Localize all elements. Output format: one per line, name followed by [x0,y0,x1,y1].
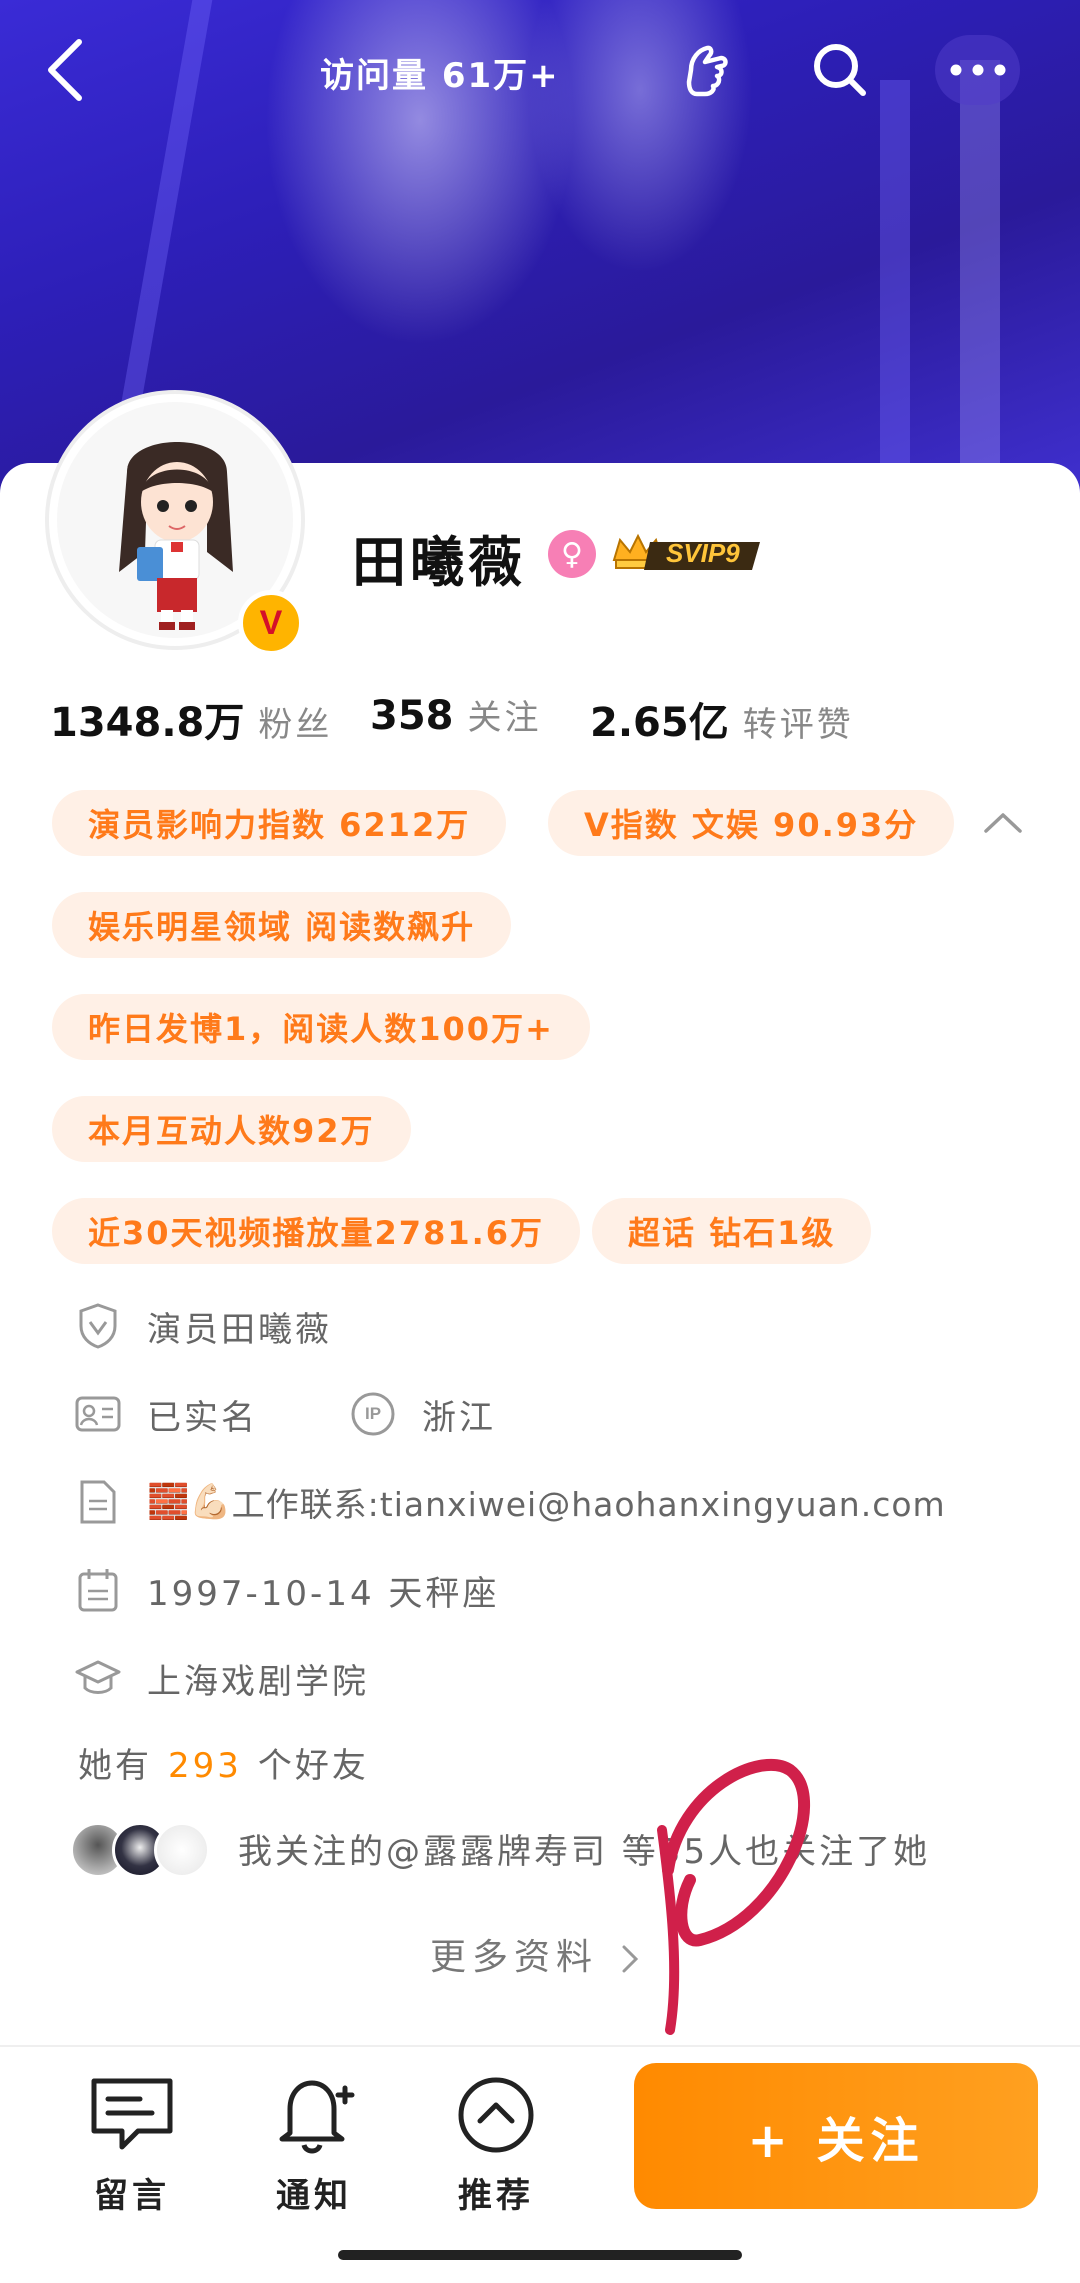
calendar-icon [75,1567,121,1613]
friends-suffix: 个好友 [257,1746,369,1786]
back-button[interactable] [30,30,100,110]
friends-count: 293 [168,1746,242,1786]
more-info-label: 更多资料 [430,1937,599,1978]
stat-number: 2.65亿 [590,700,729,746]
top-bar: 访问量 61万+ [0,30,1080,110]
gender-symbol: ♀ [561,536,583,572]
svip-badge[interactable]: SVIP9 [610,530,770,578]
ip-icon-label: IP [364,1404,382,1423]
tag-monthly-interactions[interactable]: 本月互动人数92万 [52,1096,411,1162]
info-birthday: 1997-10-14 天秤座 [75,1560,499,1620]
tag-yesterday-posts[interactable]: 昨日发博1，阅读人数100万+ [52,994,590,1060]
like-hand-icon [686,45,728,97]
stat-number: 358 [370,693,454,739]
stat-number: 1348.8万 [50,700,245,746]
realname-status: 已实名 [147,1397,258,1438]
stat-label: 转评赞 [742,705,854,745]
message-button[interactable]: 留言 [72,2070,192,2220]
chevron-up-circle-icon [451,2070,541,2160]
message-icon [87,2070,177,2160]
tag-video-plays[interactable]: 近30天视频播放量2781.6万 [52,1198,581,1264]
bottom-divider [0,2045,1080,2047]
svip-label: SVIP9 [666,538,740,568]
stat-followers[interactable]: 1348.8万 粉丝 [50,690,332,748]
info-school: 上海戏剧学院 [75,1648,369,1708]
home-indicator[interactable] [338,2250,742,2260]
stat-following[interactable]: 358 关注 [370,690,542,739]
notify-button[interactable]: 通知 [254,2070,374,2220]
bio-text: 工作联系:tianxiwei@haohanxingyuan.com [231,1485,946,1524]
follow-button[interactable]: + 关注 [634,2063,1038,2209]
tag-influence-index[interactable]: 演员影响力指数 6212万 [52,790,507,856]
bell-plus-icon [269,2070,359,2160]
stat-interactions[interactable]: 2.65亿 转评赞 [590,690,854,748]
info-verified: 演员田曦薇 [75,1296,332,1356]
stats-row: 1348.8万 粉丝 358 关注 2.65亿 转评赞 [50,690,1050,750]
tag-v-index[interactable]: V指数 文娱 90.93分 [548,790,955,856]
ip-location: 浙江 [422,1397,496,1438]
bio-emoji: 🧱💪🏻 [147,1482,232,1522]
ip-icon: IP [350,1391,396,1437]
id-card-icon [75,1391,121,1437]
stat-label: 关注 [467,698,542,738]
verified-badge-icon: V [238,590,304,656]
friends-count-row[interactable]: 她有 293 个好友 [78,1738,369,1787]
cover-decor [960,60,1000,500]
search-button[interactable] [805,35,875,105]
info-realname: 已实名 [75,1384,258,1444]
birthday-text: 1997-10-14 天秤座 [147,1573,500,1614]
info-bio: 🧱💪🏻 工作联系:tianxiwei@haohanxingyuan.com [75,1472,946,1532]
mutual-avatar [154,1822,210,1878]
friends-prefix: 她有 [78,1746,152,1786]
more-info-link[interactable]: 更多资料 [430,1928,639,1980]
verified-mark: V [259,603,283,642]
mutual-followers-text[interactable]: 我关注的@露露牌寿司 等35人也关注了她 [238,1824,930,1873]
more-icon [950,64,1005,76]
profile-name: 田曦薇 [352,531,526,594]
shield-v-icon [75,1303,121,1349]
visits-count: 访问量 61万+ [320,56,560,96]
verified-desc: 演员田曦薇 [147,1309,332,1350]
more-button[interactable] [935,35,1020,105]
female-icon: ♀ [548,530,596,578]
school-text: 上海戏剧学院 [147,1661,369,1702]
graduation-cap-icon [75,1655,121,1701]
like-button[interactable] [670,35,740,105]
info-ip: IP 浙江 [350,1384,496,1444]
collapse-tags-button[interactable] [976,798,1030,848]
cover-decor [880,80,910,500]
recommend-button[interactable]: 推荐 [436,2070,556,2220]
recommend-label: 推荐 [458,2176,534,2216]
tag-supertopic[interactable]: 超话 钻石1级 [592,1198,872,1264]
stat-label: 粉丝 [258,705,333,745]
notify-label: 通知 [276,2176,352,2216]
search-icon [814,44,866,96]
tag-reading-surge[interactable]: 娱乐明星领域 阅读数飙升 [52,892,512,958]
chevron-right-icon [622,1945,639,1973]
back-icon [48,39,82,101]
chevron-up-icon [984,813,1022,833]
document-icon [75,1479,121,1525]
message-label: 留言 [94,2176,170,2216]
